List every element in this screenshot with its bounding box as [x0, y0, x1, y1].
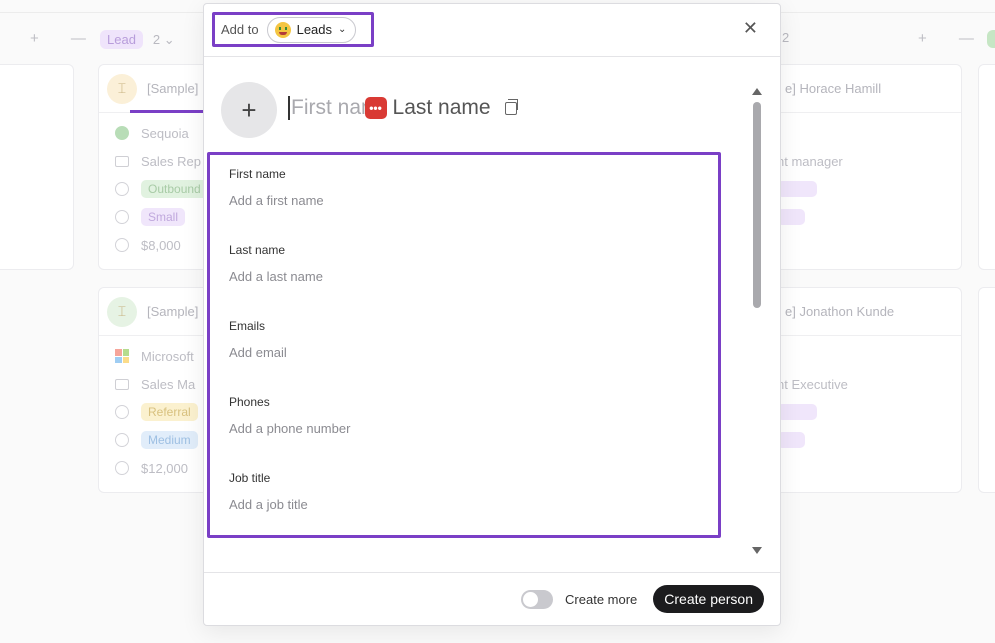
- job-title-field: Job title: [229, 471, 529, 514]
- column-tools-right[interactable]: + —: [918, 30, 988, 47]
- column-header-right: 2: [782, 30, 789, 45]
- microsoft-logo-icon: [115, 349, 129, 363]
- board-card[interactable]: e] Jonathon Kunde nt Executive: [760, 287, 962, 493]
- create-person-dialog: Add to Leads ⌄ ✕ + First nam ••• Last na…: [203, 3, 781, 626]
- scroll-down-arrow-icon[interactable]: [752, 547, 762, 554]
- scrollbar-thumb[interactable]: [753, 102, 761, 308]
- add-to-selector: Add to Leads ⌄: [212, 12, 374, 47]
- field-label: Last name: [229, 243, 286, 257]
- size-icon: [115, 210, 129, 224]
- last-name-placeholder[interactable]: Last name: [393, 96, 491, 120]
- last-name-input[interactable]: [229, 269, 529, 284]
- close-icon[interactable]: ✕: [743, 19, 758, 37]
- tag: [777, 432, 805, 448]
- create-more-toggle[interactable]: [521, 589, 554, 609]
- phone-input[interactable]: [229, 421, 529, 436]
- board-card[interactable]: [978, 287, 995, 493]
- emails-field: Emails: [229, 319, 529, 362]
- dialog-header: Add to Leads ⌄ ✕: [204, 4, 780, 57]
- briefcase-icon: [115, 378, 129, 390]
- column-header-lead: Lead 2 ⌄: [100, 30, 175, 49]
- column-count[interactable]: 2 ⌄: [153, 32, 175, 48]
- chevron-down-icon: ⌄: [338, 24, 347, 35]
- card-field: nt Executive: [777, 376, 848, 392]
- field-label: Phones: [229, 395, 270, 409]
- copy-icon[interactable]: [504, 98, 518, 115]
- card-field: nt manager: [777, 153, 843, 169]
- field-label: First name: [229, 167, 286, 181]
- add-avatar-button[interactable]: +: [221, 82, 277, 138]
- list-name: Leads: [296, 22, 333, 37]
- email-input[interactable]: [229, 345, 529, 360]
- field-label: Job title: [229, 471, 271, 485]
- column-tools-left[interactable]: + —: [30, 30, 100, 47]
- value-icon: [115, 461, 129, 475]
- phones-field: Phones: [229, 395, 529, 438]
- card-header: e] Horace Hamill: [761, 65, 961, 113]
- avatar: ⌶: [107, 296, 137, 327]
- source-icon: [115, 182, 129, 196]
- tag: [777, 181, 817, 197]
- board-card[interactable]: [0, 64, 74, 270]
- value-icon: [115, 238, 129, 252]
- card-title: e] Horace Hamill: [785, 81, 882, 96]
- last-name-field: Last name: [229, 243, 529, 286]
- status-tag-lead: Lead: [100, 30, 143, 49]
- money-mouth-face-icon: [274, 21, 291, 38]
- name-header-input[interactable]: First nam ••• Last name: [288, 96, 518, 120]
- company-icon: [115, 126, 129, 140]
- tag: [777, 404, 817, 420]
- card-title: e] Jonathon Kunde: [785, 304, 895, 319]
- card-header: e] Jonathon Kunde: [761, 288, 961, 336]
- first-name-field: First name: [229, 167, 529, 210]
- job-title-input[interactable]: [229, 497, 529, 512]
- list-select-button[interactable]: Leads ⌄: [266, 16, 357, 43]
- person-fields-panel: First name Last name Emails Phones Job t…: [207, 152, 721, 538]
- source-icon: [115, 405, 129, 419]
- size-icon: [115, 433, 129, 447]
- password-manager-icon[interactable]: •••: [364, 97, 387, 119]
- avatar: ⌶: [107, 73, 137, 104]
- text-cursor: [288, 96, 290, 120]
- field-label: Emails: [229, 319, 266, 333]
- first-name-input[interactable]: [229, 193, 529, 208]
- briefcase-icon: [115, 155, 129, 167]
- dialog-body: + First nam ••• Last name First name Las…: [204, 58, 780, 573]
- create-more-label: Create more: [565, 591, 638, 607]
- scrollbar[interactable]: [751, 84, 763, 554]
- board-card[interactable]: [978, 64, 995, 270]
- create-person-button[interactable]: Create person: [653, 585, 764, 613]
- status-tag-partial: [987, 30, 995, 48]
- board-card[interactable]: e] Horace Hamill nt manager: [760, 64, 962, 270]
- dialog-footer: Create more Create person: [204, 572, 780, 625]
- column-count[interactable]: 2: [782, 30, 789, 45]
- scroll-up-arrow-icon[interactable]: [752, 88, 762, 95]
- tag: [777, 209, 805, 225]
- add-to-label: Add to: [221, 22, 259, 37]
